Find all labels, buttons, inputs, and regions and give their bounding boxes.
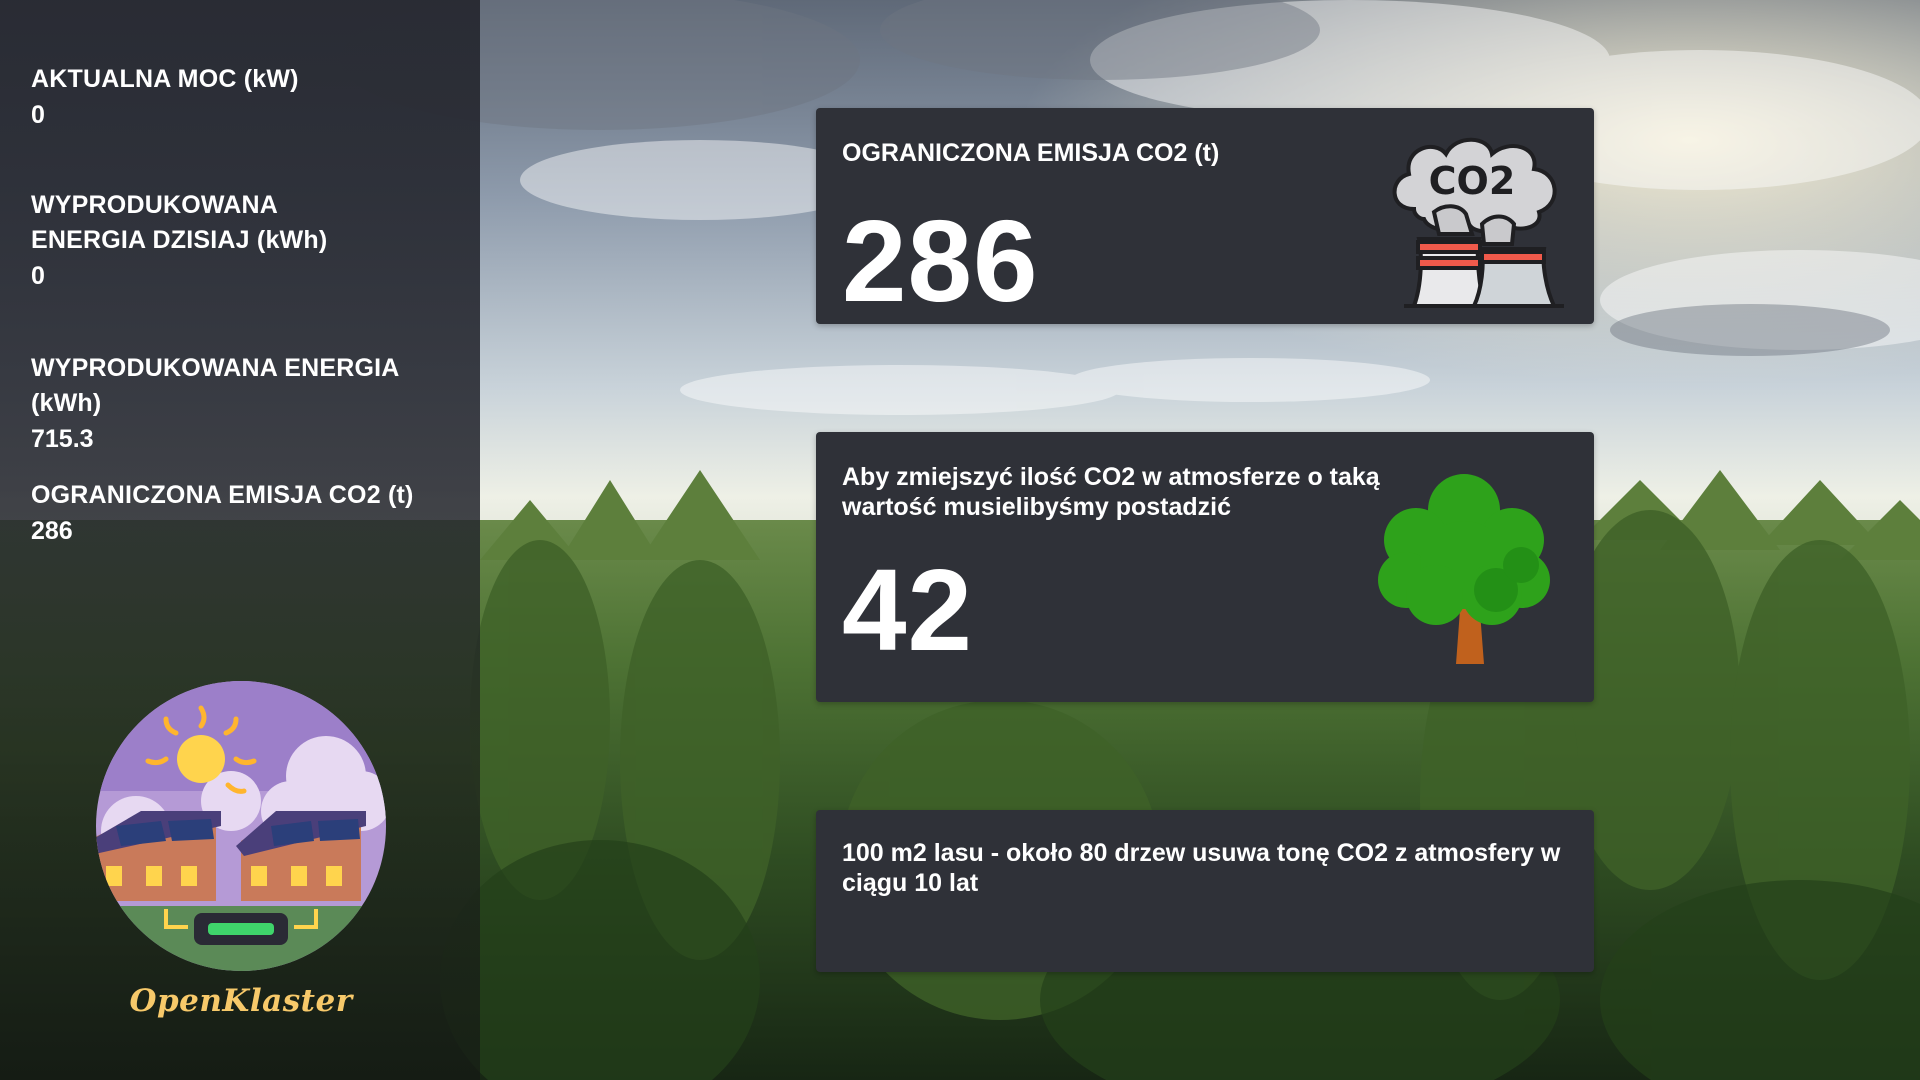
info-text: 100 m2 lasu - około 80 drzew usuwa tonę … bbox=[842, 839, 1561, 897]
stat-energy-total: WYPRODUKOWANA ENERGIA (kWh) 715.3 bbox=[31, 351, 461, 457]
solar-houses-battery-icon bbox=[96, 681, 386, 971]
card-value: 42 bbox=[842, 545, 974, 675]
stat-current-power: AKTUALNA MOC (kW) 0 bbox=[31, 62, 461, 133]
card-title: Aby zmiejszyć ilość CO2 w atmosferze o t… bbox=[842, 463, 1380, 521]
stat-label: WYPRODUKOWANA ENERGIA DZISIAJ (kWh) bbox=[31, 191, 328, 254]
stat-label: OGRANICZONA EMISJA CO2 (t) bbox=[31, 481, 414, 509]
stat-value: 715.3 bbox=[31, 425, 94, 453]
stat-co2-reduced: OGRANICZONA EMISJA CO2 (t) 286 bbox=[31, 478, 461, 549]
co2-factory-icon: CO2 bbox=[1392, 137, 1564, 308]
card-value: 286 bbox=[842, 196, 1039, 326]
sidebar-panel: AKTUALNA MOC (kW) 0 WYPRODUKOWANA ENERGI… bbox=[0, 0, 480, 1080]
stat-value: 0 bbox=[31, 101, 45, 129]
trees-equivalent-card: Aby zmiejszyć ilość CO2 w atmosferze o t… bbox=[816, 432, 1594, 702]
brand-name: OpenKlaster bbox=[129, 983, 353, 1019]
tree-icon bbox=[1378, 474, 1550, 664]
stat-value: 286 bbox=[31, 517, 73, 545]
co2-emission-card: OGRANICZONA EMISJA CO2 (t) 286 CO2 bbox=[816, 108, 1594, 324]
stat-label: WYPRODUKOWANA ENERGIA (kWh) bbox=[31, 354, 399, 417]
card-title: OGRANICZONA EMISJA CO2 (t) bbox=[842, 139, 1220, 167]
co2-icon-label: CO2 bbox=[1429, 159, 1516, 203]
stat-label: AKTUALNA MOC (kW) bbox=[31, 65, 299, 93]
stat-value: 0 bbox=[31, 262, 45, 290]
stat-energy-today: WYPRODUKOWANA ENERGIA DZISIAJ (kWh) 0 bbox=[31, 188, 461, 294]
forest-info-card: 100 m2 lasu - około 80 drzew usuwa tonę … bbox=[816, 810, 1594, 972]
